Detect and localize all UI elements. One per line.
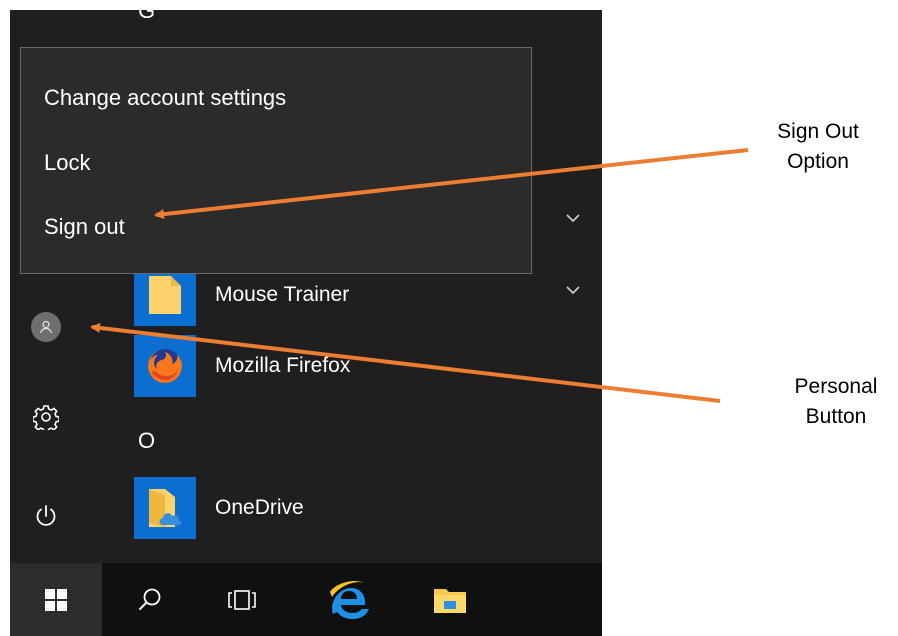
annotation-line: Button xyxy=(805,405,867,428)
annotation-arrows xyxy=(90,148,749,403)
annotation-line: Personal xyxy=(794,375,878,398)
sign-out-arrow xyxy=(154,148,749,220)
personal-button-arrow xyxy=(90,322,721,403)
sign-out-annotation: Sign Out Option xyxy=(752,117,884,177)
annotation-line: Sign Out xyxy=(777,120,859,143)
personal-button-annotation: Personal Button xyxy=(774,372,898,432)
annotation-line: Option xyxy=(787,150,849,173)
